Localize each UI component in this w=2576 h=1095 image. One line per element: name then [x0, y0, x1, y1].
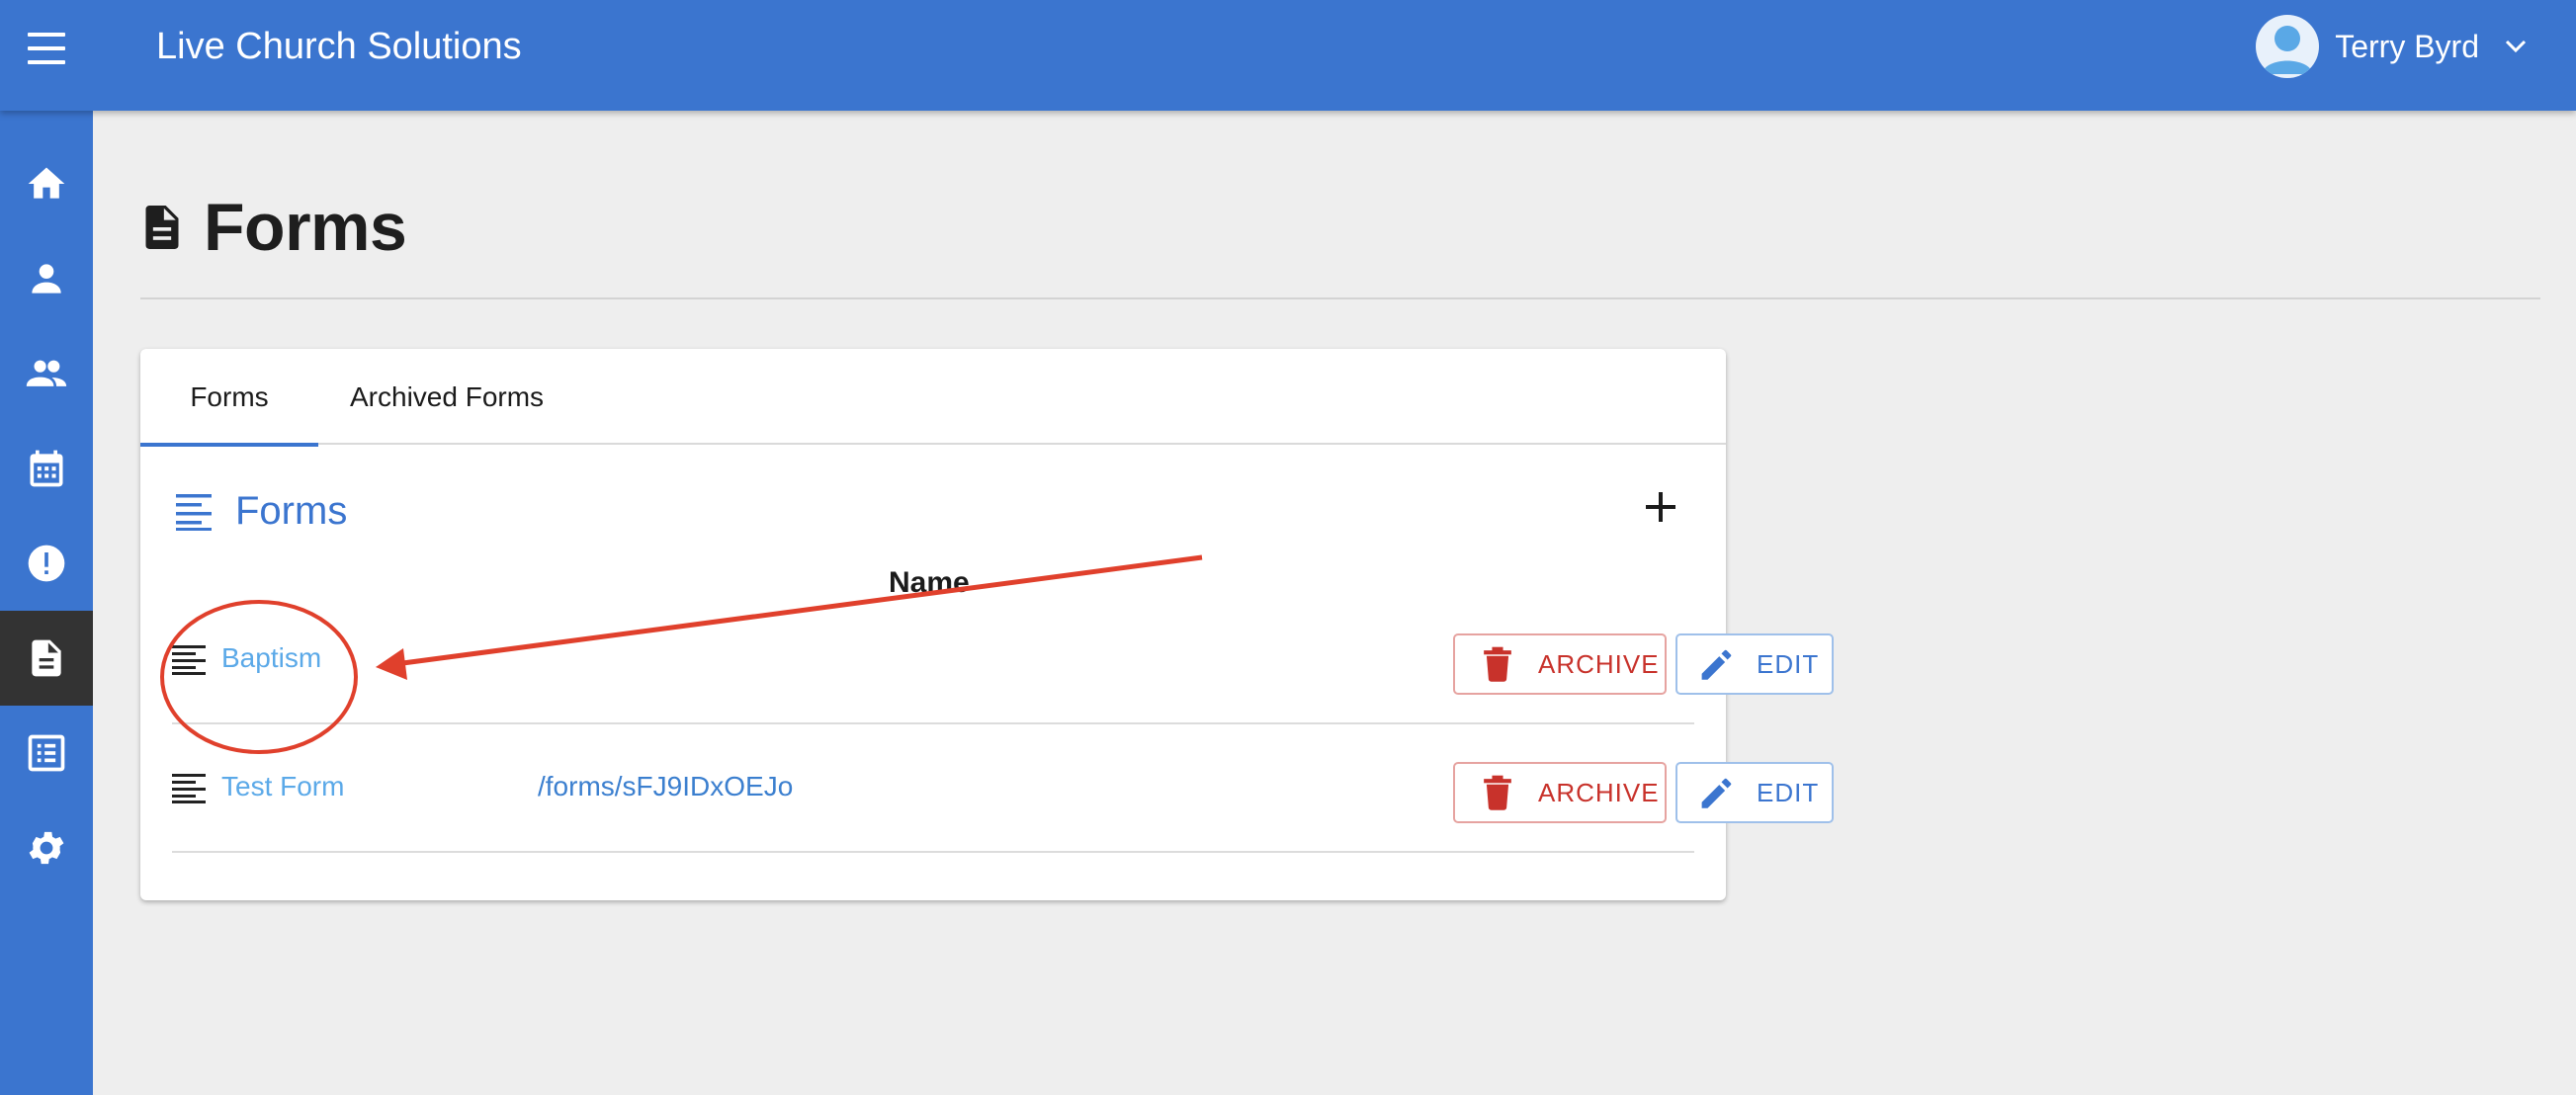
sidebar-item-calendar[interactable] [0, 421, 93, 516]
edit-button[interactable]: EDIT [1675, 633, 1834, 695]
trash-icon [1484, 646, 1511, 682]
text-lines-icon [172, 645, 206, 675]
edit-label: EDIT [1757, 777, 1820, 807]
user-name: Terry Byrd [2335, 28, 2479, 64]
document-icon [32, 639, 61, 677]
pencil-icon [1701, 778, 1732, 808]
tab-forms[interactable]: Forms [140, 349, 318, 447]
chevron-down-icon[interactable] [2505, 40, 2527, 53]
sidebar-item-alert[interactable] [0, 516, 93, 611]
avatar [2256, 15, 2320, 78]
avatar-icon [2262, 26, 2314, 74]
alert-icon [28, 545, 65, 582]
page-header: Forms [140, 178, 407, 277]
sidebar-item-people[interactable] [0, 326, 93, 421]
archive-label: ARCHIVE [1538, 777, 1660, 807]
table-row: Baptism ARCHIVE EDIT [172, 596, 1834, 724]
app-bar: Live Church Solutions Terry Byrd [0, 0, 2576, 111]
add-form-button[interactable] [1631, 477, 1690, 537]
form-name-link[interactable]: Baptism [221, 642, 321, 674]
pencil-icon [1701, 649, 1732, 680]
person-icon [32, 264, 61, 294]
sidebar-item-forms[interactable] [0, 611, 93, 706]
archive-label: ARCHIVE [1538, 648, 1660, 679]
tab-archived-forms[interactable]: Archived Forms [350, 349, 544, 445]
calendar-icon [30, 450, 63, 487]
column-header-name: Name [889, 566, 970, 599]
text-lines-icon [172, 774, 206, 803]
gear-icon [29, 831, 64, 865]
document-icon [145, 206, 179, 249]
trash-icon [1484, 775, 1511, 810]
sidebar [0, 111, 93, 1095]
forms-card: Forms Archived Forms Forms Name Baptism [140, 349, 1834, 900]
sidebar-item-home[interactable] [0, 136, 93, 231]
section-title: Forms [235, 488, 348, 533]
page-title: Forms [204, 190, 407, 265]
sidebar-item-list[interactable] [0, 706, 93, 800]
form-path-link[interactable]: /forms/sFJ9IDxOEJo [538, 771, 793, 802]
sidebar-item-person[interactable] [0, 231, 93, 326]
form-name-link[interactable]: Test Form [221, 771, 344, 802]
sidebar-item-settings[interactable] [0, 800, 93, 895]
section-header: Forms [174, 481, 347, 541]
list-alt-icon [28, 734, 65, 772]
tab-bar: Forms Archived Forms [140, 349, 1726, 447]
plus-icon [1646, 492, 1675, 522]
archive-button[interactable]: ARCHIVE [1453, 633, 1667, 695]
edit-button[interactable]: EDIT [1675, 762, 1834, 823]
edit-label: EDIT [1757, 648, 1820, 679]
app-title: Live Church Solutions [156, 26, 522, 67]
table-row: Test Form /forms/sFJ9IDxOEJo ARCHIVE EDI… [172, 724, 1834, 853]
people-icon [26, 360, 67, 386]
menu-icon[interactable] [28, 33, 65, 64]
text-lines-icon [176, 494, 212, 531]
user-menu[interactable]: Terry Byrd [2256, 14, 2527, 79]
archive-button[interactable]: ARCHIVE [1453, 762, 1667, 823]
home-icon [28, 167, 65, 199]
divider [140, 297, 2540, 299]
